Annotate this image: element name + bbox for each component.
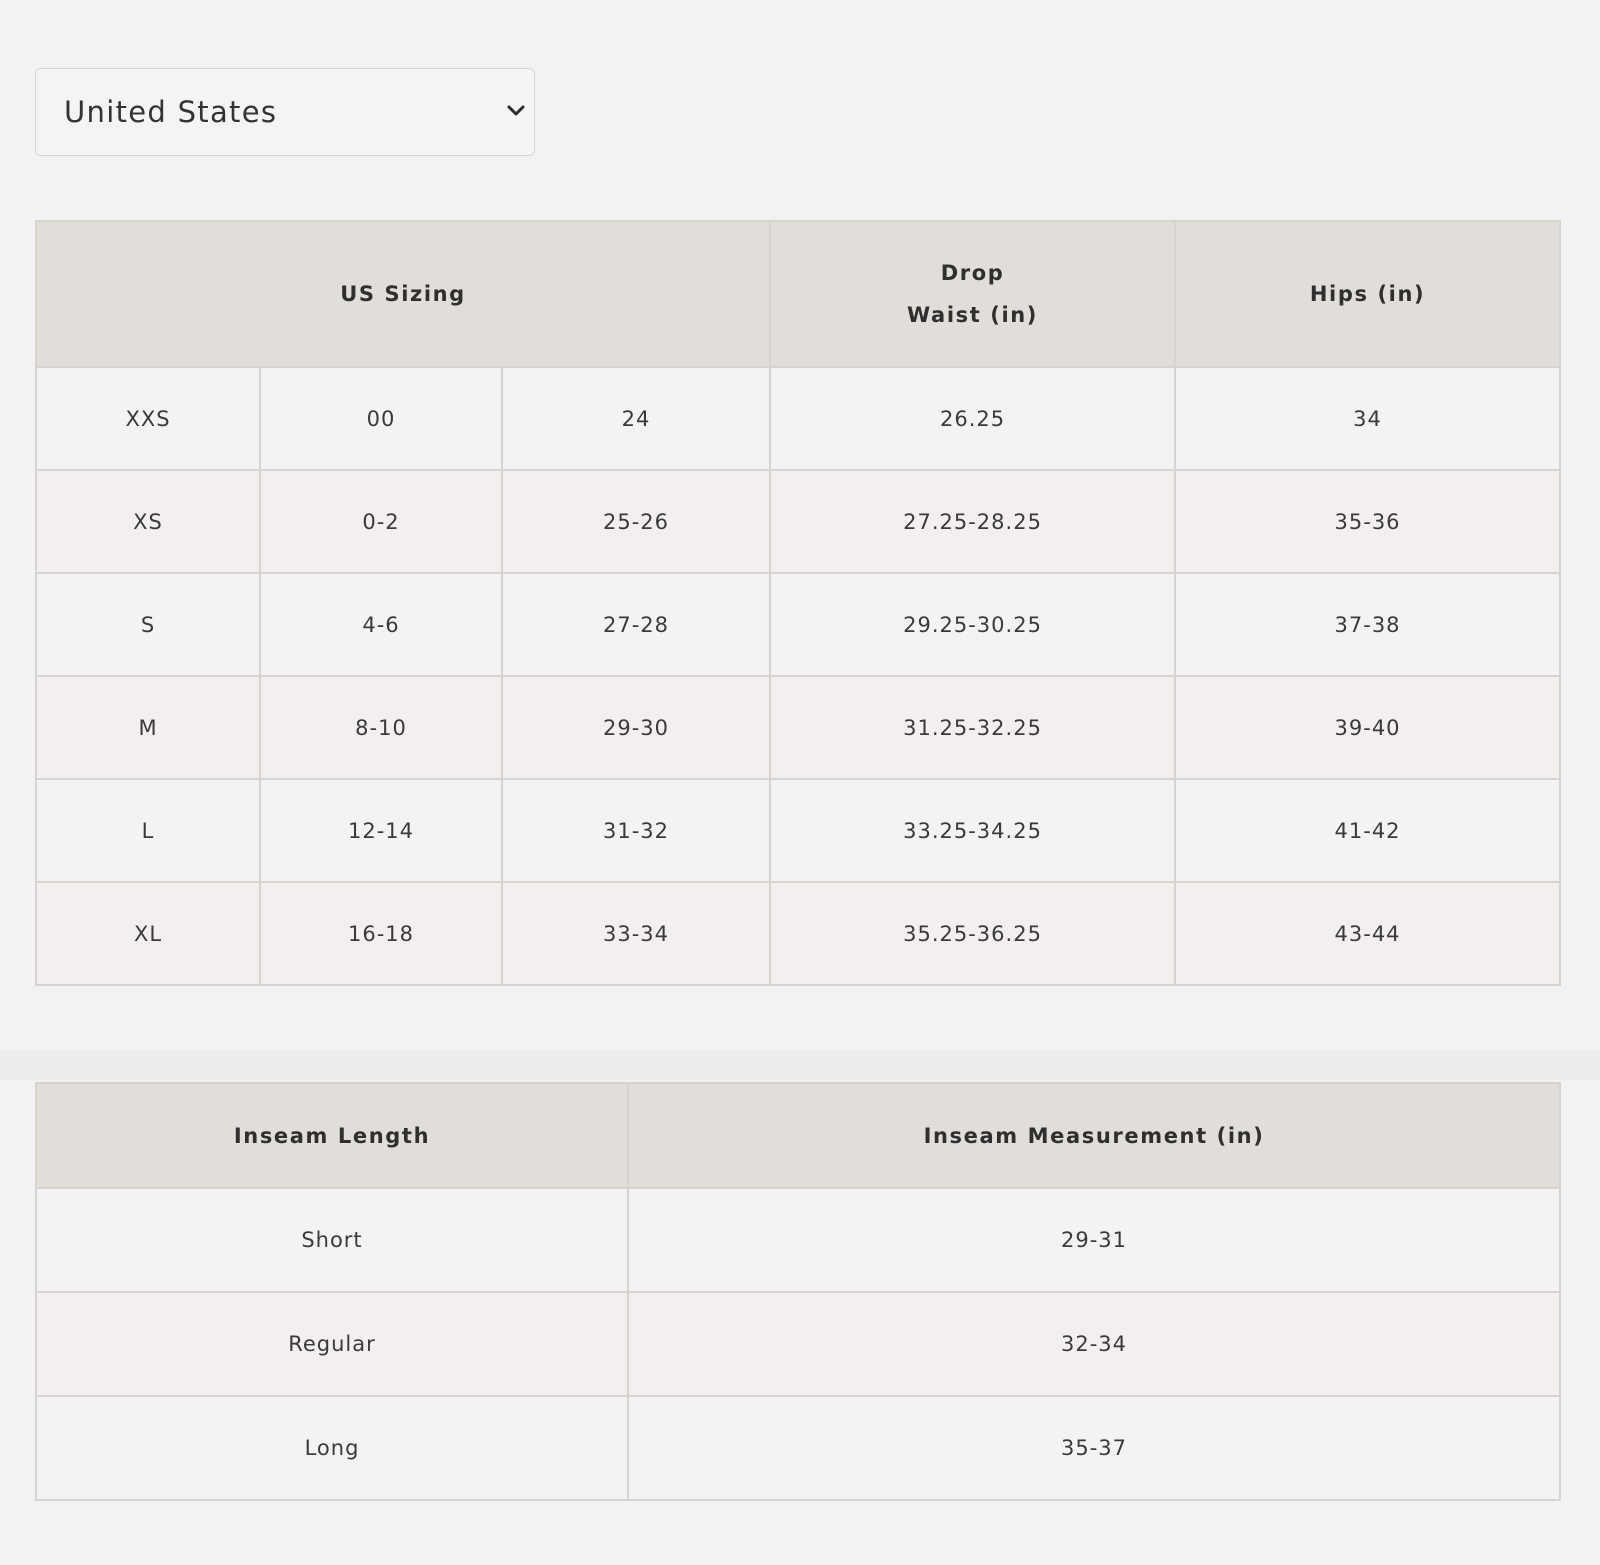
country-select[interactable]: United States	[35, 68, 535, 156]
hips-cell: 34	[1174, 366, 1562, 471]
drop-waist-cell: 27.25-28.25	[769, 469, 1177, 574]
drop-waist-cell: 29.25-30.25	[769, 572, 1177, 677]
size-letter-cell: S	[35, 572, 261, 677]
hips-cell: 43-44	[1174, 881, 1562, 986]
table-row: Long 35-37	[35, 1395, 1561, 1501]
waist-cell: 27-28	[500, 572, 772, 677]
waist-cell: 29-30	[500, 675, 772, 780]
size-letter-cell: XXS	[35, 366, 261, 471]
header-hips: Hips (in)	[1174, 220, 1562, 368]
inseam-length-cell: Short	[35, 1187, 629, 1293]
drop-waist-cell: 26.25	[769, 366, 1177, 471]
hips-cell: 35-36	[1174, 469, 1562, 574]
size-letter-cell: M	[35, 675, 261, 780]
table-row: XL 16-18 33-34 35.25-36.25 43-44	[35, 881, 1562, 986]
header-inseam-measurement: Inseam Measurement (in)	[627, 1082, 1561, 1189]
inseam-chart-table: Inseam Length Inseam Measurement (in) Sh…	[35, 1082, 1561, 1501]
hips-cell: 41-42	[1174, 778, 1562, 883]
inseam-measurement-cell: 29-31	[627, 1187, 1561, 1293]
waist-cell: 31-32	[500, 778, 772, 883]
waist-cell: 24	[500, 366, 772, 471]
us-size-cell: 00	[259, 366, 503, 471]
inseam-length-cell: Regular	[35, 1291, 629, 1397]
header-drop-waist-line2: Waist (in)	[907, 303, 1039, 327]
hips-cell: 39-40	[1174, 675, 1562, 780]
hips-cell: 37-38	[1174, 572, 1562, 677]
table-row: XS 0-2 25-26 27.25-28.25 35-36	[35, 469, 1562, 574]
us-size-cell: 4-6	[259, 572, 503, 677]
waist-cell: 33-34	[500, 881, 772, 986]
us-size-cell: 16-18	[259, 881, 503, 986]
table-row: Short 29-31	[35, 1187, 1561, 1293]
table-row: Regular 32-34	[35, 1291, 1561, 1397]
inseam-measurement-cell: 32-34	[627, 1291, 1561, 1397]
country-select-value: United States	[64, 95, 278, 129]
header-drop-waist: Drop Waist (in)	[769, 220, 1177, 368]
drop-waist-cell: 33.25-34.25	[769, 778, 1177, 883]
table-row: S 4-6 27-28 29.25-30.25 37-38	[35, 572, 1562, 677]
header-us-sizing: US Sizing	[34, 220, 772, 368]
size-letter-cell: XL	[35, 881, 261, 986]
us-size-cell: 0-2	[259, 469, 503, 574]
header-inseam-length: Inseam Length	[35, 1082, 629, 1189]
header-drop-waist-line1: Drop	[940, 261, 1005, 285]
waist-cell: 25-26	[500, 469, 772, 574]
table-row: L 12-14 31-32 33.25-34.25 41-42	[35, 778, 1562, 883]
size-letter-cell: XS	[35, 469, 261, 574]
us-size-cell: 12-14	[259, 778, 503, 883]
section-divider	[0, 1050, 1600, 1080]
table-row: XXS 00 24 26.25 34	[35, 366, 1562, 471]
size-chart-table: US Sizing Drop Waist (in) Hips (in) XXS …	[34, 220, 1562, 986]
table-row: M 8-10 29-30 31.25-32.25 39-40	[35, 675, 1562, 780]
chevron-down-icon	[507, 105, 525, 116]
us-size-cell: 8-10	[259, 675, 503, 780]
inseam-header-row: Inseam Length Inseam Measurement (in)	[35, 1082, 1561, 1189]
size-letter-cell: L	[35, 778, 261, 883]
inseam-measurement-cell: 35-37	[627, 1395, 1561, 1501]
inseam-length-cell: Long	[35, 1395, 629, 1501]
drop-waist-cell: 35.25-36.25	[769, 881, 1177, 986]
size-chart-header-row: US Sizing Drop Waist (in) Hips (in)	[34, 220, 1562, 368]
drop-waist-cell: 31.25-32.25	[769, 675, 1177, 780]
